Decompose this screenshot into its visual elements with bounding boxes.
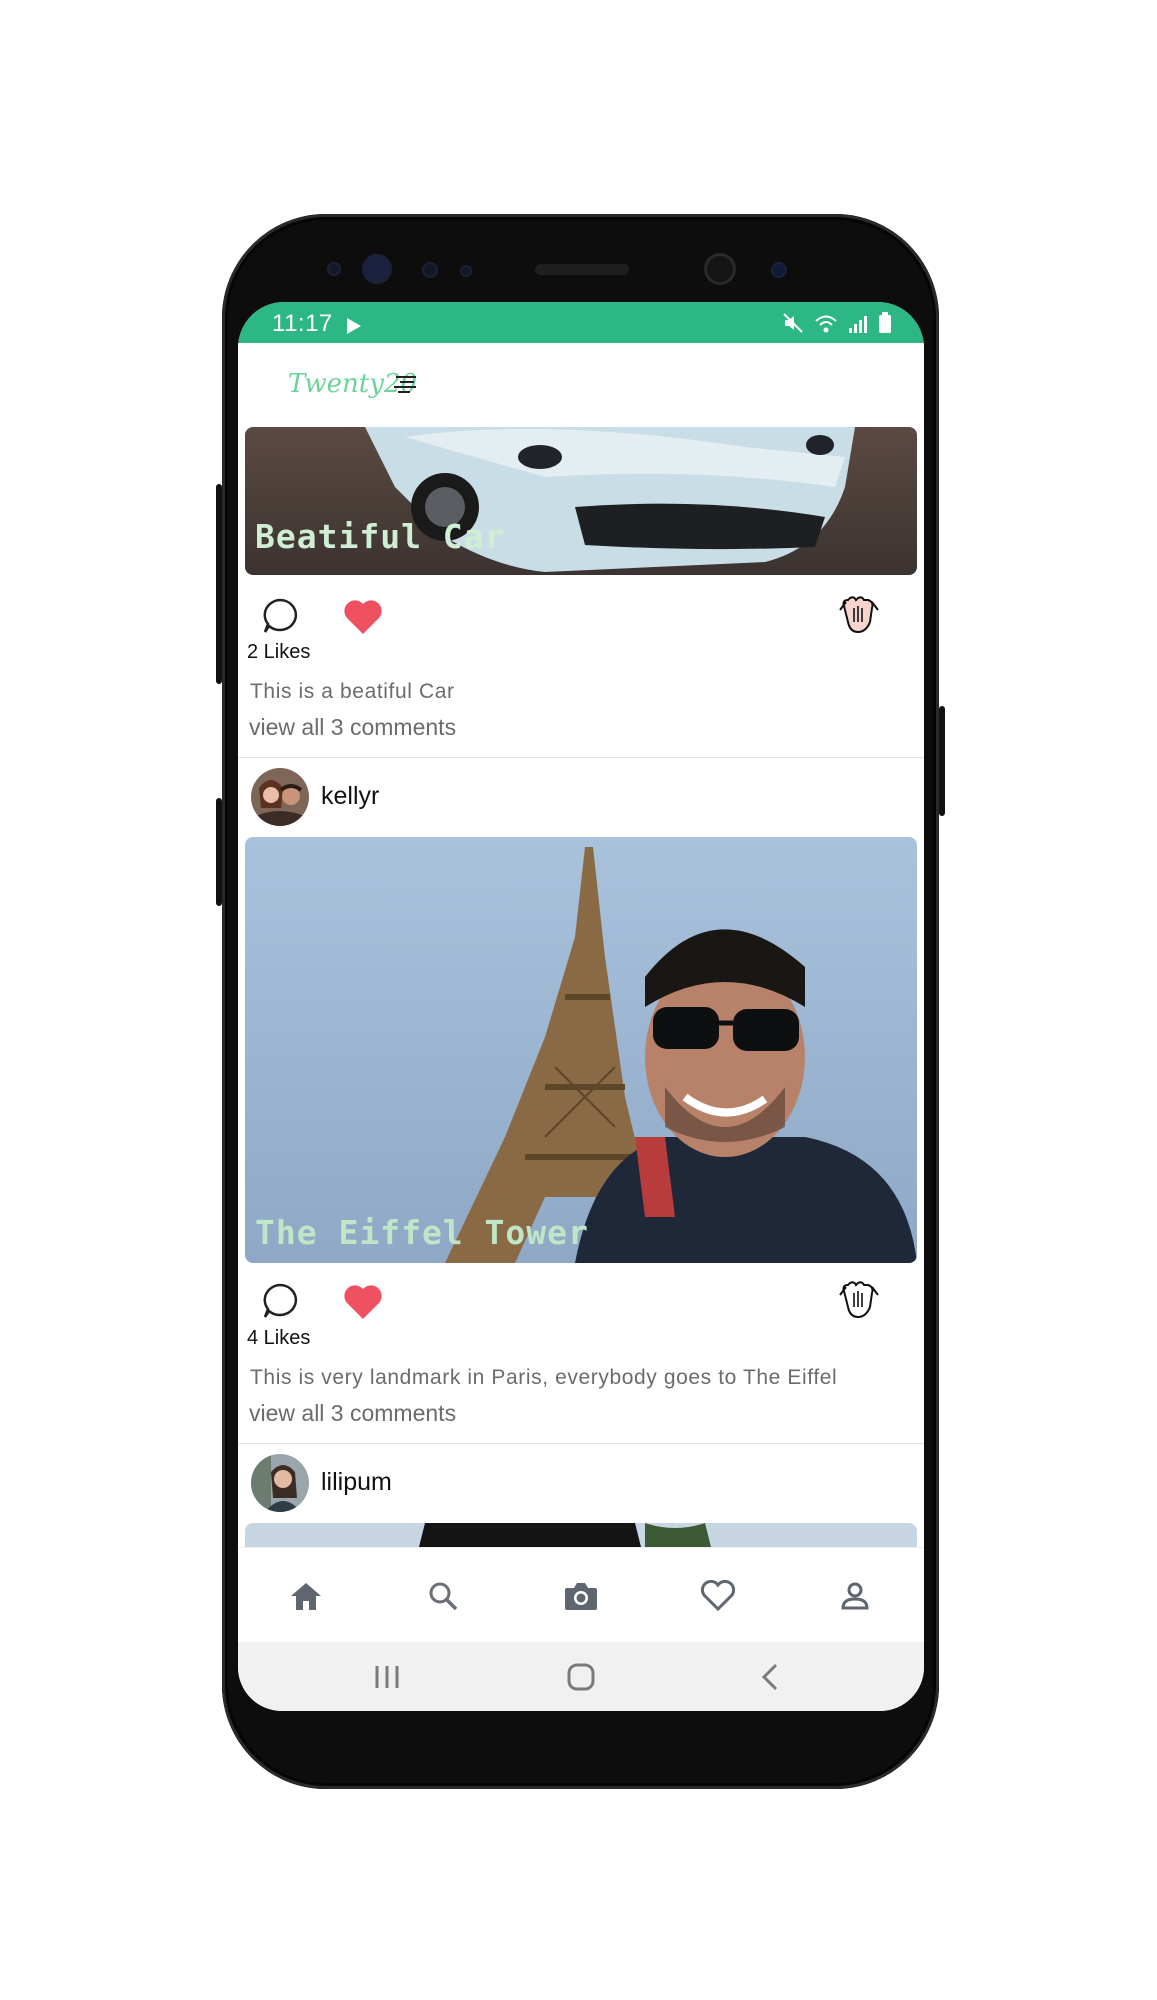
avatar[interactable] (251, 1454, 309, 1512)
logo-swoosh-icon (392, 373, 418, 400)
home-circle-icon[interactable] (566, 1662, 596, 1697)
post-username[interactable]: kellyr (321, 782, 379, 811)
app-header: Twenty20 (238, 343, 924, 427)
sensor-dot (422, 262, 438, 278)
post-image[interactable] (245, 1523, 917, 1547)
earpiece (535, 264, 629, 275)
front-camera (704, 253, 736, 285)
like-heart-icon[interactable] (342, 598, 384, 641)
sensor-dot (327, 262, 341, 276)
avatar[interactable] (251, 768, 309, 826)
system-navigation-bar (238, 1642, 924, 1711)
wifi-icon (814, 313, 838, 341)
volume-button (216, 484, 222, 684)
back-icon[interactable] (758, 1662, 782, 1697)
post-description: This is very landmark in Paris, everybod… (250, 1366, 838, 1389)
post-description: This is a beatiful Car (250, 680, 455, 703)
power-button (939, 706, 945, 816)
feed[interactable]: Beatiful Car 2 Likes This is a beatiful … (238, 427, 924, 1547)
view-comments-link[interactable]: view all 3 comments (249, 714, 456, 741)
comment-icon[interactable] (260, 596, 300, 641)
post-username[interactable]: lilipum (321, 1468, 392, 1497)
post-actions (238, 1277, 924, 1327)
heart-icon[interactable] (698, 1576, 738, 1616)
phone-screen: 11:17 Twenty20 Beatiful Car 2 Likes This… (238, 302, 924, 1711)
search-icon[interactable] (423, 1576, 463, 1616)
high-five-icon[interactable] (836, 592, 882, 643)
post-divider (238, 1443, 924, 1444)
play-store-icon (346, 314, 362, 342)
high-five-icon[interactable] (836, 1277, 882, 1328)
profile-icon[interactable] (835, 1576, 875, 1616)
bixby-button (216, 798, 222, 906)
bottom-navigation (238, 1547, 924, 1643)
recents-icon[interactable] (372, 1664, 402, 1695)
battery-icon (878, 312, 892, 341)
sensor-dot (771, 262, 787, 278)
mute-icon (782, 312, 804, 341)
status-bar: 11:17 (238, 302, 924, 343)
like-heart-icon[interactable] (342, 1283, 384, 1326)
camera-icon[interactable] (561, 1576, 601, 1616)
post-image[interactable] (245, 837, 917, 1263)
post-divider (238, 757, 924, 758)
post-actions (238, 592, 924, 642)
status-time: 11:17 (272, 310, 333, 337)
comment-icon[interactable] (260, 1281, 300, 1326)
home-icon[interactable] (286, 1576, 326, 1616)
post-header[interactable]: lilipum (238, 1446, 924, 1522)
post-image-caption: The Eiffel Tower (255, 1213, 589, 1252)
iris-scanner (362, 254, 392, 284)
likes-count: 2 Likes (247, 641, 311, 663)
view-comments-link[interactable]: view all 3 comments (249, 1400, 456, 1427)
sensor-dot (460, 265, 472, 277)
likes-count: 4 Likes (247, 1327, 311, 1349)
post-header[interactable]: kellyr (238, 760, 924, 836)
signal-icon (848, 313, 868, 341)
post-image-caption: Beatiful Car (255, 517, 506, 556)
